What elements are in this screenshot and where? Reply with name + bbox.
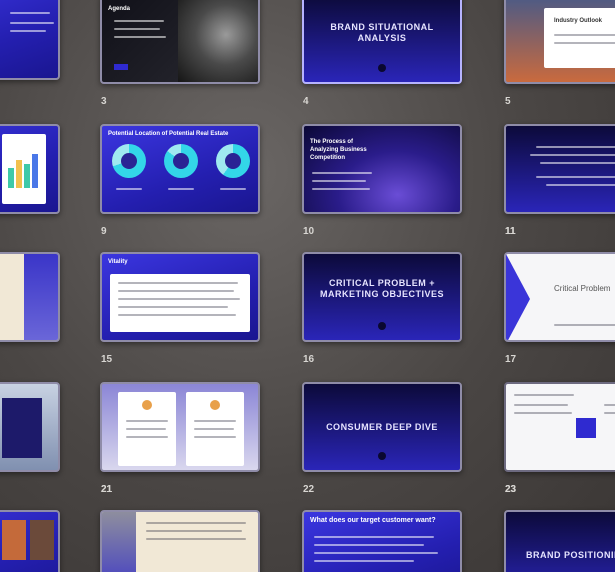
slide-number: 16	[303, 354, 315, 365]
slide-thumbnail-10[interactable]: The Process of Analyzing Business Compet…	[302, 124, 462, 214]
slide-title: The Process of Analyzing Business Compet…	[310, 139, 367, 161]
slide-thumbnail-17[interactable]: Critical Problem	[504, 252, 615, 342]
slide-thumbnail-2[interactable]	[0, 0, 60, 80]
slide-title: Industry Outlook	[554, 18, 602, 24]
slide-thumbnail-11[interactable]	[504, 124, 615, 214]
slide-thumbnail-26[interactable]	[0, 510, 60, 572]
slide-title: BRAND POSITIONING	[526, 550, 615, 560]
slide-thumbnail-5[interactable]: Industry Outlook	[504, 0, 615, 84]
slide-title: BRAND SITUATIONAL ANALYSIS	[330, 22, 434, 43]
slide-number-21: 21	[101, 484, 113, 495]
slide-thumbnail-3[interactable]: Agenda	[100, 0, 260, 84]
slide-number: 17	[505, 354, 517, 365]
slide-number: 15	[101, 354, 113, 365]
slide-title: Vitality	[108, 259, 128, 265]
lion-photo	[178, 0, 258, 82]
slide-thumbnail-23[interactable]	[504, 382, 615, 472]
slide-number: 4	[303, 96, 309, 107]
slide-number: 22	[303, 484, 315, 495]
slide-thumbnail-20[interactable]	[0, 382, 60, 472]
slide-number-11: 11	[505, 226, 516, 237]
slide-thumbnail-21[interactable]	[100, 382, 260, 472]
slide-title: CONSUMER DEEP DIVE	[326, 422, 438, 432]
slide-title: CRITICAL PROBLEM + MARKETING OBJECTIVES	[319, 278, 444, 299]
slide-sorter-grid: Agenda 3 BRAND SITUATIONAL ANALYSIS 4 In…	[0, 0, 615, 572]
slide-thumbnail-22[interactable]: CONSUMER DEEP DIVE	[302, 382, 462, 472]
slide-title: What does our target customer want?	[310, 517, 436, 524]
slide-number: 9	[101, 226, 107, 237]
slide-thumbnail-27[interactable]	[100, 510, 260, 572]
slide-thumbnail-29[interactable]: BRAND POSITIONING	[504, 510, 615, 572]
slide-thumbnail-4[interactable]: BRAND SITUATIONAL ANALYSIS	[302, 0, 462, 84]
slide-thumbnail-15[interactable]: Vitality	[100, 252, 260, 342]
slide-thumbnail-8[interactable]	[0, 124, 60, 214]
slide-number: 10	[303, 226, 315, 237]
slide-thumbnail-28[interactable]: What does our target customer want?	[302, 510, 462, 572]
slide-number: 5	[505, 96, 511, 107]
slide-number: 3	[101, 96, 107, 107]
slide-thumbnail-14[interactable]	[0, 252, 60, 342]
slide-title: Agenda	[108, 6, 131, 12]
slide-thumbnail-9[interactable]: Potential Location of Potential Real Est…	[100, 124, 260, 214]
slide-number-23: 23	[505, 484, 517, 495]
slide-thumbnail-16[interactable]: CRITICAL PROBLEM + MARKETING OBJECTIVES	[302, 252, 462, 342]
slide-title: Critical Problem	[554, 284, 611, 293]
slide-title: Potential Location of Potential Real Est…	[108, 131, 229, 137]
